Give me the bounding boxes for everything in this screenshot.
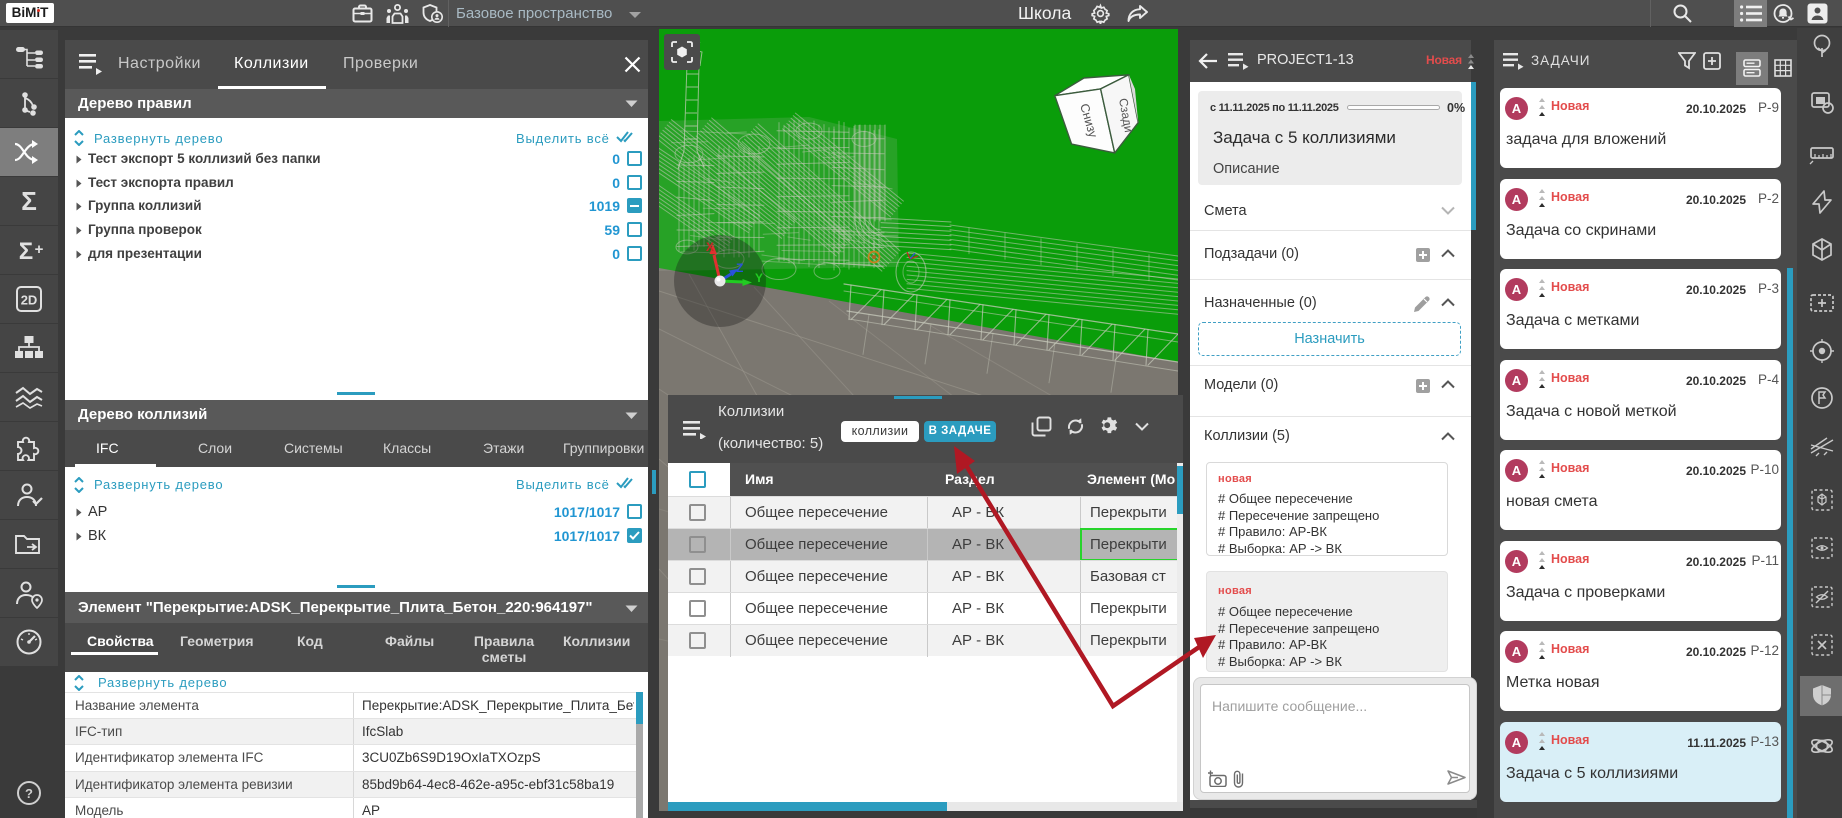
svg-text:2D: 2D (21, 293, 38, 308)
svg-text:Σ: Σ (19, 238, 33, 265)
svg-text:Z: Z (736, 261, 743, 275)
svg-text:X: X (706, 240, 714, 254)
svg-text:Y: Y (755, 271, 763, 285)
svg-text:+: + (35, 241, 44, 258)
svg-text:Σ: Σ (21, 186, 37, 216)
svg-text:?: ? (25, 786, 33, 801)
